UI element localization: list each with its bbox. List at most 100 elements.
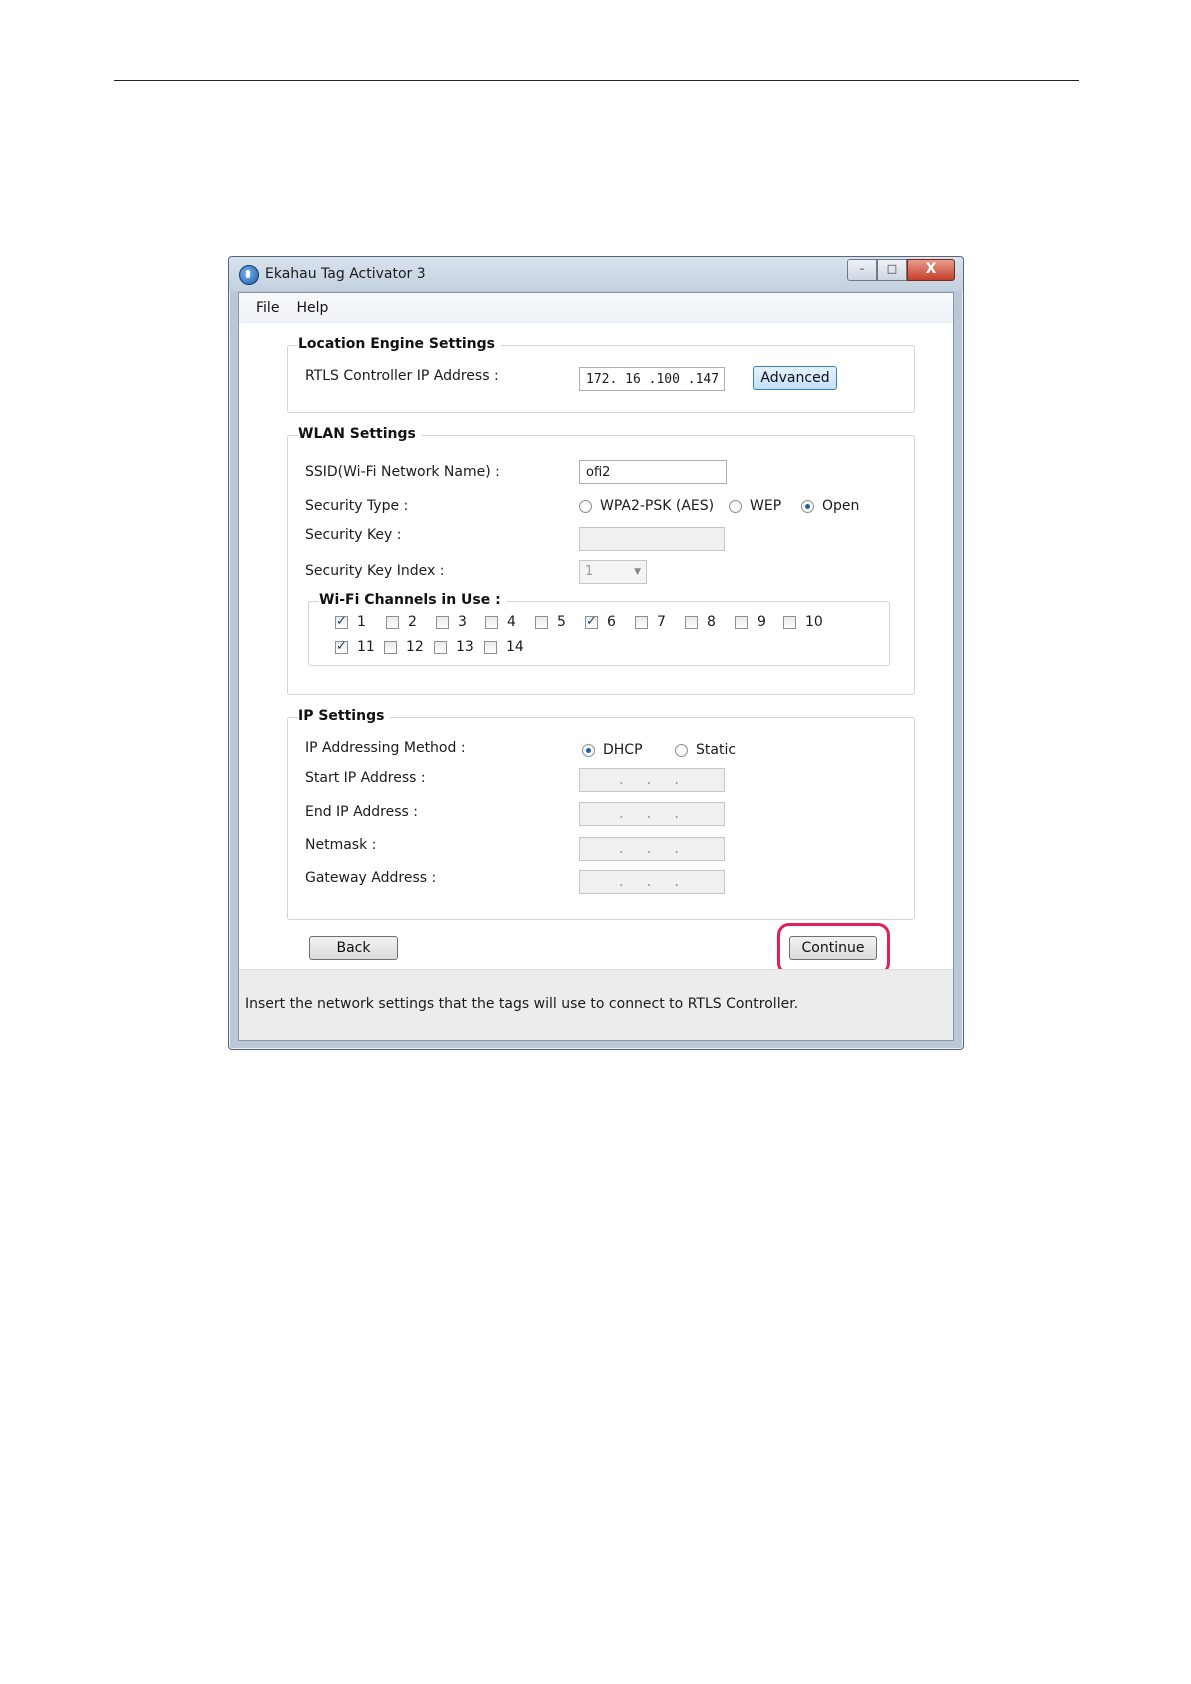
radio-indicator: [729, 499, 742, 513]
title-bar[interactable]: Ekahau Tag Activator 3 – □ X: [229, 257, 963, 291]
security-wpa2-label: WPA2-PSK (AES): [600, 498, 715, 514]
netmask-input[interactable]: . . .: [579, 837, 725, 861]
wlan-group: WLAN Settings SSID(Wi-Fi Network Name) :…: [287, 426, 915, 695]
checkmark-icon: ✓: [335, 638, 348, 654]
checkbox-box: [434, 640, 447, 654]
ssid-input[interactable]: ofi2: [579, 460, 727, 484]
security-wep-radio[interactable]: WEP: [729, 498, 781, 514]
security-key-label: Security Key :: [305, 527, 402, 543]
channel-1-checkbox[interactable]: ✓ 1: [335, 614, 366, 630]
security-open-label: Open: [822, 498, 860, 514]
checkbox-box: [485, 615, 498, 629]
gateway-label: Gateway Address :: [305, 870, 437, 886]
channel-label: 6: [607, 614, 616, 630]
wlan-title: WLAN Settings: [298, 426, 422, 442]
radio-indicator: [579, 499, 592, 513]
checkbox-box: [386, 615, 399, 629]
channel-12-checkbox[interactable]: 12: [384, 639, 424, 655]
start-ip-label: Start IP Address :: [305, 770, 426, 786]
checkbox-box: [436, 615, 449, 629]
channel-10-checkbox[interactable]: 10: [783, 614, 823, 630]
radio-indicator: [582, 743, 595, 757]
channel-label: 2: [408, 614, 417, 630]
checkbox-box: [685, 615, 698, 629]
wifi-channels-title: Wi-Fi Channels in Use :: [319, 592, 507, 608]
back-button[interactable]: Back: [309, 936, 398, 960]
channel-5-checkbox[interactable]: 5: [535, 614, 566, 630]
advanced-button[interactable]: Advanced: [753, 366, 837, 390]
client-area: File Help Location Engine Settings RTLS …: [238, 292, 954, 1041]
channel-8-checkbox[interactable]: 8: [685, 614, 716, 630]
ip-settings-title: IP Settings: [298, 708, 391, 724]
channel-label: 1: [357, 614, 366, 630]
rtls-ip-input[interactable]: 172. 16 .100 .147: [579, 367, 725, 391]
channel-label: 12: [406, 639, 424, 655]
start-ip-input[interactable]: . . .: [579, 768, 725, 792]
checkbox-box: [384, 640, 397, 654]
ip-method-label: IP Addressing Method :: [305, 740, 466, 756]
key-index-value: 1: [585, 564, 594, 579]
channel-label: 9: [757, 614, 766, 630]
static-label: Static: [696, 742, 737, 758]
security-wep-label: WEP: [750, 498, 782, 514]
rtls-ip-label: RTLS Controller IP Address :: [305, 368, 499, 384]
channel-label: 4: [507, 614, 516, 630]
app-window: Ekahau Tag Activator 3 – □ X File Help L…: [228, 256, 964, 1050]
channel-9-checkbox[interactable]: 9: [735, 614, 766, 630]
channel-4-checkbox[interactable]: 4: [485, 614, 516, 630]
radio-indicator: [801, 499, 814, 513]
chevron-down-icon: ▼: [634, 567, 641, 577]
dhcp-label: DHCP: [603, 742, 643, 758]
location-engine-title: Location Engine Settings: [298, 336, 502, 352]
channel-label: 3: [458, 614, 467, 630]
checkbox-box: [783, 615, 796, 629]
channel-13-checkbox[interactable]: 13: [434, 639, 474, 655]
channel-label: 10: [805, 614, 823, 630]
location-engine-group: Location Engine Settings RTLS Controller…: [287, 336, 915, 413]
close-button[interactable]: X: [907, 259, 955, 281]
menu-bar: File Help: [239, 293, 953, 323]
channel-6-checkbox[interactable]: ✓ 6: [585, 614, 616, 630]
status-bar: Insert the network settings that the tag…: [239, 969, 953, 1040]
channel-3-checkbox[interactable]: 3: [436, 614, 467, 630]
channel-label: 13: [456, 639, 474, 655]
wifi-channels-group: Wi-Fi Channels in Use : ✓ 1 2 3 4 5 ✓ 6 7 8 9 10 ✓ 1…: [308, 592, 890, 666]
back-label: Back: [336, 940, 371, 956]
page-header-rule: [114, 80, 1079, 81]
ssid-label: SSID(Wi-Fi Network Name) :: [305, 464, 500, 480]
end-ip-input[interactable]: . . .: [579, 802, 725, 826]
security-open-radio[interactable]: Open: [801, 498, 859, 514]
channel-label: 11: [357, 639, 375, 655]
channel-label: 8: [707, 614, 716, 630]
key-index-select[interactable]: 1 ▼: [579, 560, 647, 584]
end-ip-label: End IP Address :: [305, 804, 418, 820]
checkbox-box: [484, 640, 497, 654]
checkmark-icon: ✓: [335, 613, 348, 629]
channel-label: 5: [557, 614, 566, 630]
channel-7-checkbox[interactable]: 7: [635, 614, 666, 630]
menu-help[interactable]: Help: [289, 300, 338, 316]
minimize-button[interactable]: –: [847, 259, 877, 281]
security-key-input[interactable]: [579, 527, 725, 551]
channel-11-checkbox[interactable]: ✓ 11: [335, 639, 375, 655]
checkbox-box: [635, 615, 648, 629]
status-text: Insert the network settings that the tag…: [245, 996, 799, 1012]
channel-label: 7: [657, 614, 666, 630]
menu-file[interactable]: File: [239, 300, 289, 316]
static-radio[interactable]: Static: [675, 742, 736, 758]
channel-2-checkbox[interactable]: 2: [386, 614, 417, 630]
checkbox-box: [735, 615, 748, 629]
checkbox-box: [535, 615, 548, 629]
continue-button[interactable]: Continue: [789, 936, 877, 960]
channel-14-checkbox[interactable]: 14: [484, 639, 524, 655]
gateway-input[interactable]: . . .: [579, 870, 725, 894]
key-index-label: Security Key Index :: [305, 563, 445, 579]
continue-label: Continue: [801, 940, 865, 956]
window-title: Ekahau Tag Activator 3: [265, 266, 426, 282]
radio-indicator: [675, 743, 688, 757]
maximize-button[interactable]: □: [877, 259, 907, 281]
netmask-label: Netmask :: [305, 837, 377, 853]
security-wpa2-radio[interactable]: WPA2-PSK (AES): [579, 498, 714, 514]
ip-settings-group: IP Settings IP Addressing Method : DHCP …: [287, 708, 915, 920]
dhcp-radio[interactable]: DHCP: [582, 742, 643, 758]
